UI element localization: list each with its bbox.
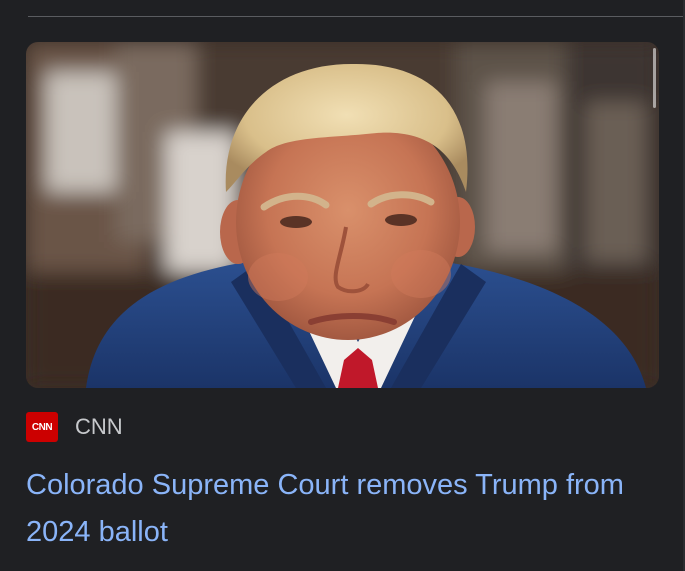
scroll-indicator: [653, 48, 656, 108]
article-thumbnail[interactable]: [26, 42, 659, 388]
article-source: CNN CNN: [26, 412, 123, 442]
news-card[interactable]: CNN CNN Colorado Supreme Court removes T…: [26, 42, 659, 548]
top-divider: [28, 16, 685, 17]
cnn-logo-icon: CNN: [26, 412, 58, 442]
source-name: CNN: [75, 414, 123, 439]
article-photo: [26, 42, 659, 388]
article-headline-link[interactable]: Colorado Supreme Court removes Trump fro…: [26, 462, 636, 556]
